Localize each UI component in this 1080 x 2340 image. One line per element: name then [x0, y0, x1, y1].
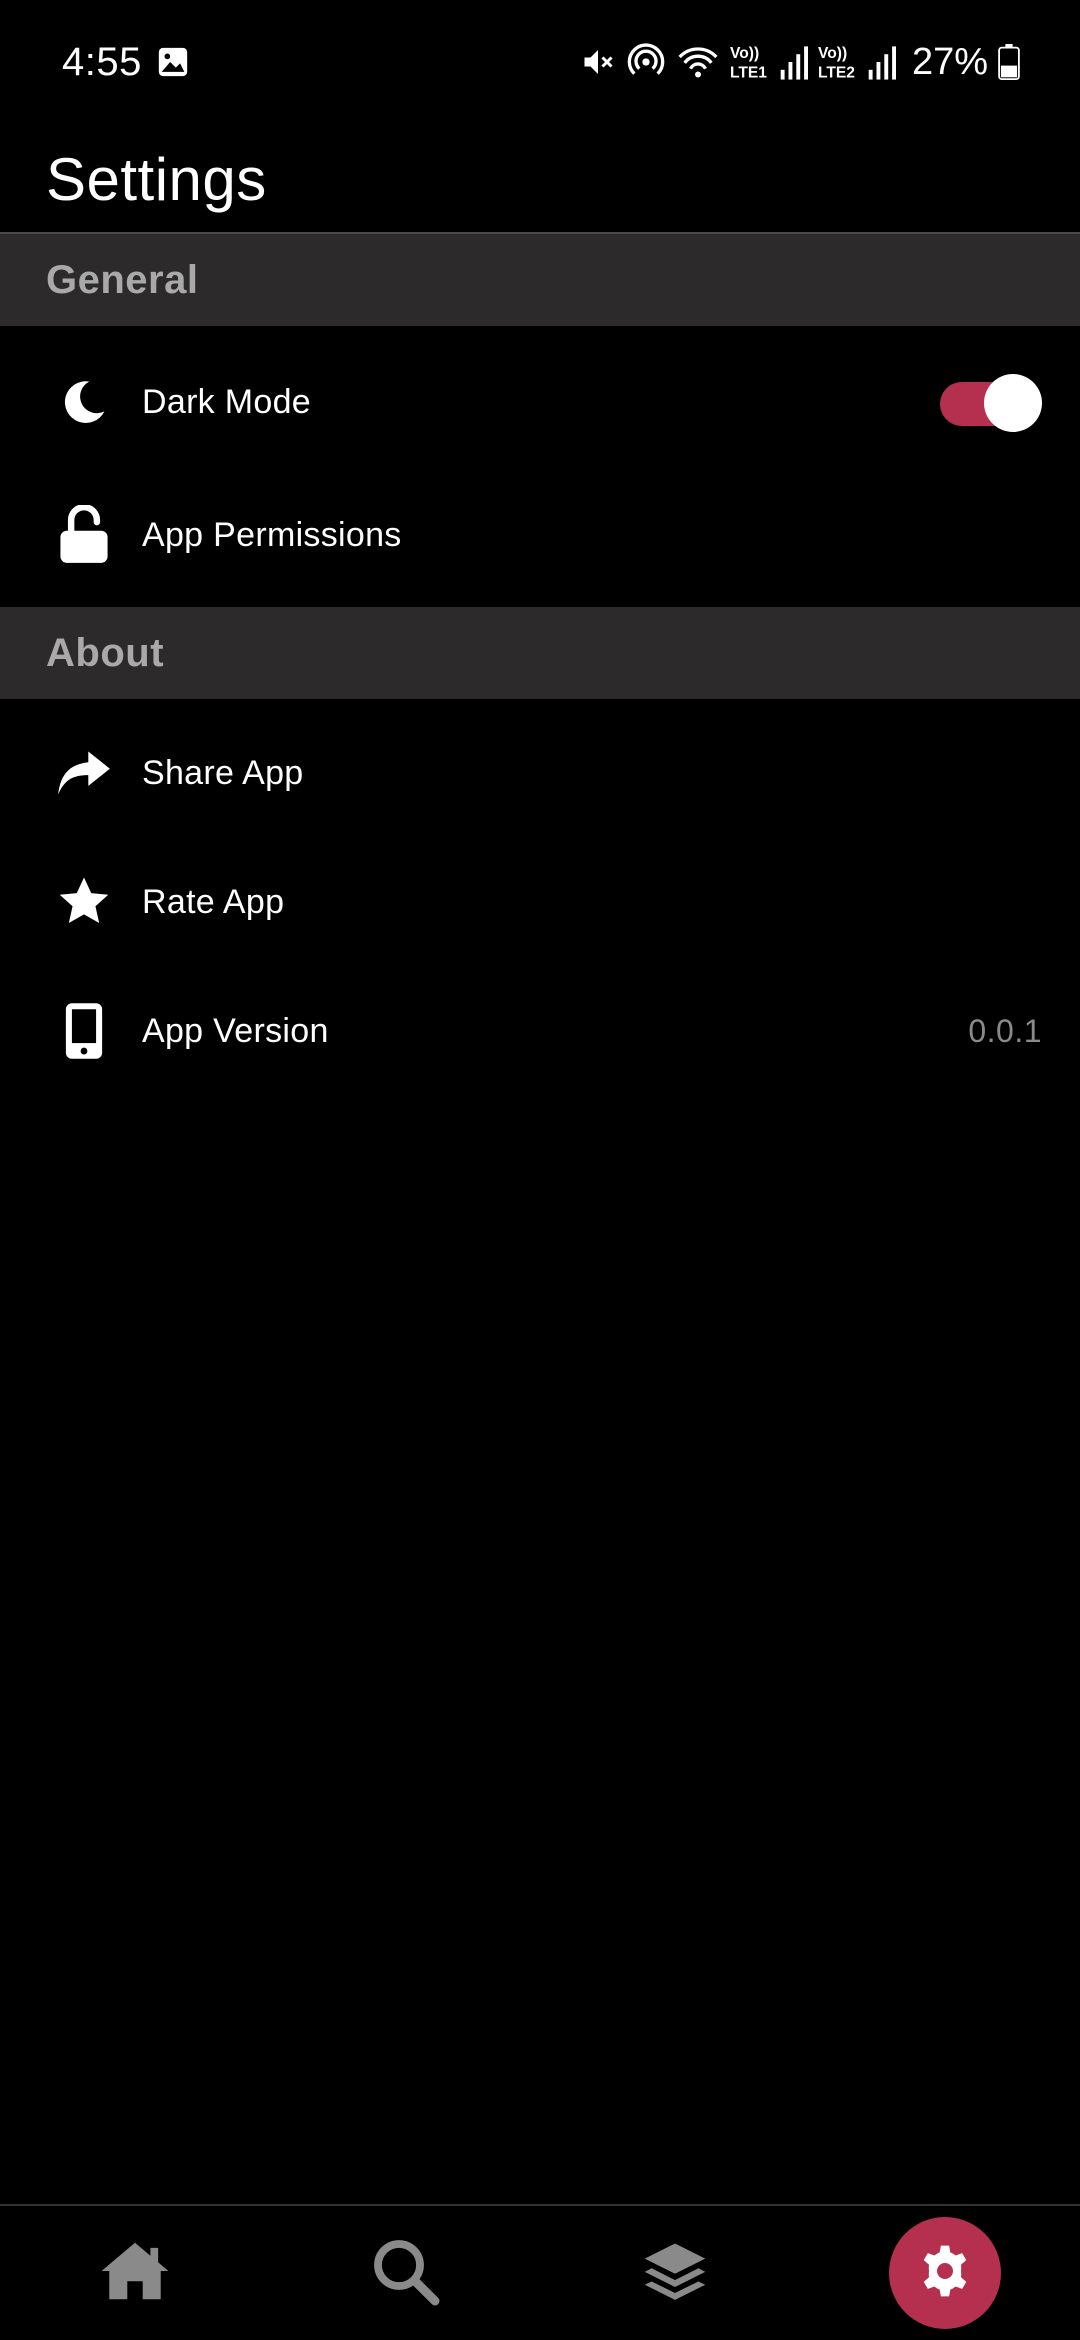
rate-app-row[interactable]: Rate App	[0, 842, 1080, 962]
share-icon	[56, 741, 112, 805]
nav-search[interactable]	[325, 2206, 485, 2340]
moon-icon	[56, 370, 112, 434]
battery-icon	[998, 44, 1020, 80]
app-version-label: App Version	[142, 1011, 329, 1050]
status-bar: 4:55 Vo)) LTE1 Vo)) LTE2 27%	[0, 0, 1080, 124]
dark-mode-label: Dark Mode	[142, 382, 311, 421]
layers-icon	[642, 2238, 708, 2309]
share-app-label: Share App	[142, 753, 304, 792]
svg-text:LTE2: LTE2	[818, 65, 855, 82]
app-version-value: 0.0.1	[968, 1012, 1042, 1049]
toggle-knob	[984, 374, 1042, 432]
section-header-general: General	[0, 234, 1080, 326]
home-icon	[99, 2239, 171, 2308]
hotspot-icon	[626, 42, 666, 82]
section-title-about: About	[46, 630, 165, 675]
svg-text:LTE1: LTE1	[730, 65, 767, 82]
mute-icon	[580, 44, 616, 80]
app-version-row: App Version 0.0.1	[0, 971, 1080, 1091]
section-title-general: General	[46, 257, 199, 302]
nav-layers[interactable]	[595, 2206, 755, 2340]
page-title: Settings	[46, 145, 267, 213]
svg-text:Vo)): Vo))	[730, 45, 759, 62]
search-icon	[369, 2235, 441, 2312]
svg-text:Vo)): Vo))	[818, 45, 847, 62]
wifi-icon	[676, 42, 720, 82]
battery-percent: 27%	[911, 40, 988, 83]
status-time: 4:55	[62, 39, 142, 84]
section-header-about: About	[0, 607, 1080, 699]
rate-app-label: Rate App	[142, 882, 285, 921]
nav-home[interactable]	[55, 2206, 215, 2340]
unlock-icon	[56, 503, 112, 567]
dark-mode-row[interactable]: Dark Mode	[0, 342, 1080, 462]
gear-icon	[916, 2242, 974, 2305]
nav-settings-active-bg	[889, 2217, 1001, 2329]
phone-icon	[56, 999, 112, 1063]
settings-screen: 4:55 Vo)) LTE1 Vo)) LTE2 27% Settings Ge…	[0, 0, 1080, 2340]
dark-mode-toggle[interactable]	[940, 374, 1042, 432]
app-header: Settings	[0, 124, 1080, 234]
nav-settings[interactable]	[865, 2206, 1025, 2340]
bottom-nav	[0, 2206, 1080, 2340]
app-permissions-row[interactable]: App Permissions	[0, 475, 1080, 595]
lte2-signal-icon: Vo)) LTE2	[818, 42, 896, 82]
star-icon	[56, 870, 112, 934]
lte1-signal-icon: Vo)) LTE1	[730, 42, 808, 82]
share-app-row[interactable]: Share App	[0, 713, 1080, 833]
app-permissions-label: App Permissions	[142, 515, 402, 554]
status-right: Vo)) LTE1 Vo)) LTE2 27%	[580, 41, 1020, 84]
gallery-notification-icon	[156, 45, 190, 79]
status-left: 4:55	[62, 40, 190, 85]
